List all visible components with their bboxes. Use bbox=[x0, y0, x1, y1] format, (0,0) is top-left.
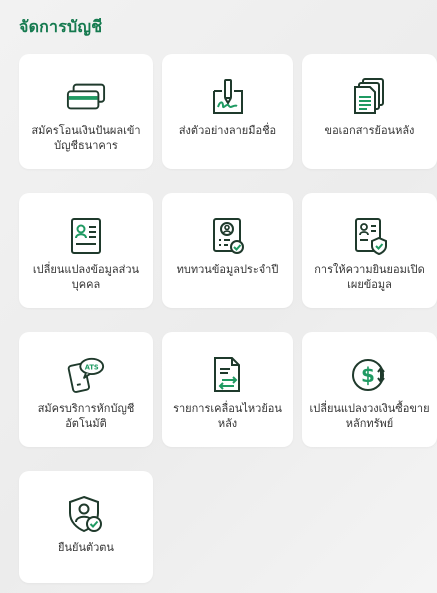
verify-identity-icon bbox=[66, 494, 106, 534]
menu-grid: สมัครโอนเงินปันผลเข้าบัญชีธนาคาร ส่งตัวอ… bbox=[19, 54, 437, 583]
menu-item-ats-service[interactable]: ATS สมัครบริการหักบัญชีอัตโนมัติ bbox=[19, 332, 153, 447]
menu-item-transaction-history[interactable]: รายการเคลื่อนไหวย้อนหลัง bbox=[162, 332, 293, 447]
menu-item-signature-sample[interactable]: ส่งตัวอย่างลายมือชื่อ bbox=[162, 54, 293, 169]
menu-item-label: รายการเคลื่อนไหวย้อนหลัง bbox=[173, 402, 282, 430]
menu-item-annual-review[interactable]: ทบทวนข้อมูลประจำปี bbox=[162, 193, 293, 308]
page-title: จัดการบัญชี bbox=[19, 17, 103, 36]
menu-item-label: ยืนยันตัวตน bbox=[58, 541, 114, 554]
menu-item-label: การให้ความยินยอมเปิดเผยข้อมูล bbox=[314, 263, 425, 291]
id-card-icon bbox=[66, 216, 106, 256]
bank-card-icon bbox=[66, 77, 106, 117]
transaction-history-icon bbox=[208, 355, 248, 395]
menu-item-verify-identity[interactable]: ยืนยันตัวตน bbox=[19, 471, 153, 583]
svg-text:$: $ bbox=[361, 363, 375, 387]
menu-item-label: สมัครบริการหักบัญชีอัตโนมัติ bbox=[37, 402, 135, 430]
profile-review-icon bbox=[208, 216, 248, 256]
ats-phone-icon: ATS bbox=[66, 355, 106, 395]
menu-item-label: เปลี่ยนแปลงวงเงินซื้อขายหลักทรัพย์ bbox=[309, 402, 430, 430]
signature-icon bbox=[208, 77, 248, 117]
menu-item-past-documents[interactable]: ขอเอกสารย้อนหลัง bbox=[302, 54, 437, 169]
menu-item-label: ส่งตัวอย่างลายมือชื่อ bbox=[178, 124, 277, 137]
menu-item-data-consent[interactable]: การให้ความยินยอมเปิดเผยข้อมูล bbox=[302, 193, 437, 308]
menu-item-label: ทบทวนข้อมูลประจำปี bbox=[176, 263, 279, 276]
menu-item-label: สมัครโอนเงินปันผลเข้าบัญชีธนาคาร bbox=[31, 124, 141, 152]
dollar-exchange-icon: $ bbox=[350, 355, 390, 395]
svg-text:ATS: ATS bbox=[85, 363, 99, 371]
menu-item-label: ขอเอกสารย้อนหลัง bbox=[324, 124, 415, 137]
menu-item-label: เปลี่ยนแปลงข้อมูลส่วนบุคคล bbox=[32, 263, 140, 291]
consent-shield-icon bbox=[350, 216, 390, 256]
documents-icon bbox=[350, 77, 390, 117]
menu-item-change-personal-info[interactable]: เปลี่ยนแปลงข้อมูลส่วนบุคคล bbox=[19, 193, 153, 308]
menu-item-trading-limit[interactable]: $ เปลี่ยนแปลงวงเงินซื้อขายหลักทรัพย์ bbox=[302, 332, 437, 447]
menu-item-dividend-transfer[interactable]: สมัครโอนเงินปันผลเข้าบัญชีธนาคาร bbox=[19, 54, 153, 169]
